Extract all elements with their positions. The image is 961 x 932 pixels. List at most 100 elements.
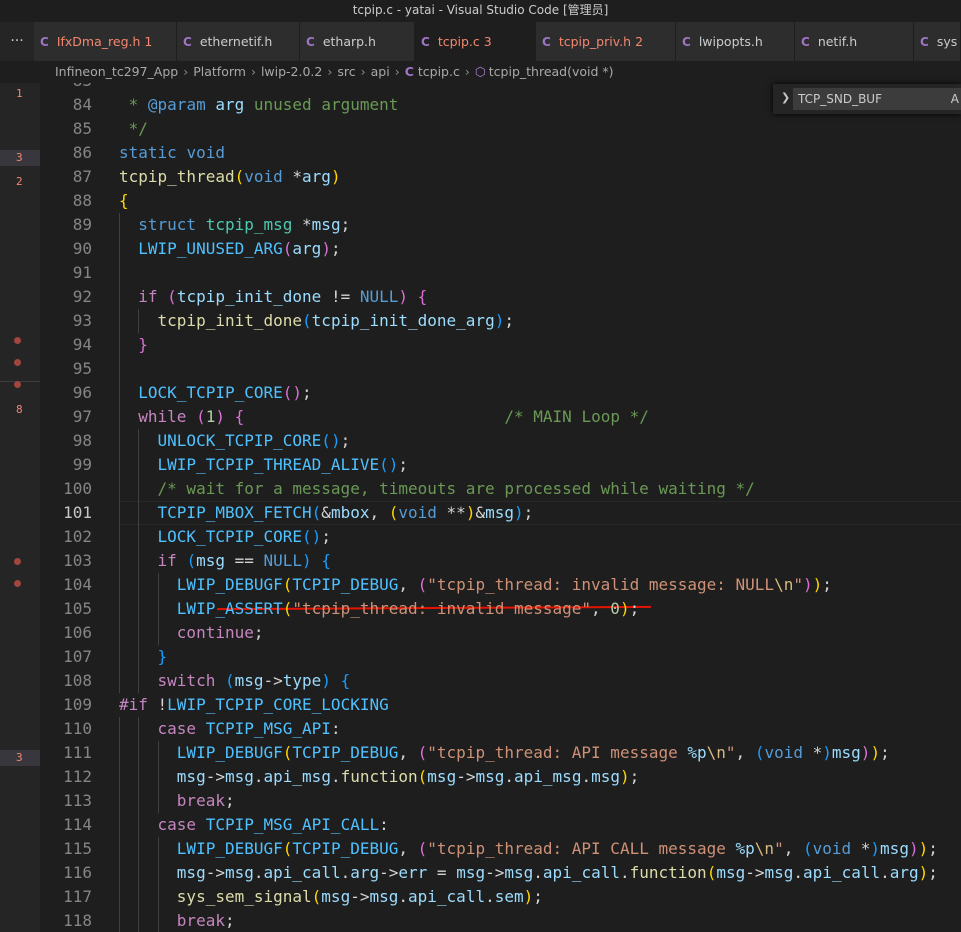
tab-lwipopts-h[interactable]: Clwipopts.h xyxy=(676,22,795,61)
more-actions-icon[interactable]: ··· xyxy=(0,22,34,61)
tab-tcpip-priv-h[interactable]: Ctcpip_priv.h 2 xyxy=(536,22,676,61)
tab-label: etharp.h xyxy=(322,34,376,49)
tab-ifxdma-reg-h[interactable]: C IfxDma_reg.h 1 xyxy=(34,22,177,61)
code-line: 85 */ xyxy=(40,117,961,141)
tab-label: tcpip_priv.h xyxy=(558,34,632,49)
line-number: 106 xyxy=(63,623,92,642)
breadcrumb-item[interactable]: Platform xyxy=(193,64,246,79)
code-token: ; xyxy=(822,575,832,594)
code-token: msg xyxy=(456,863,486,882)
code-token: ( xyxy=(282,575,293,594)
window-title: tcpip.c - yatai - Visual Studio Code [管理… xyxy=(0,0,961,20)
code-token: ) xyxy=(330,167,341,186)
code-text: LWIP_DEBUGF(TCPIP_DEBUG, ("tcpip_thread:… xyxy=(119,837,938,861)
code-token: arg xyxy=(215,95,245,114)
code-token: } xyxy=(138,335,148,354)
match-case-option[interactable]: A xyxy=(951,88,959,110)
breakpoint-dot-icon[interactable] xyxy=(14,337,21,344)
code-token: TCPIP_DEBUG xyxy=(292,839,399,858)
tab-etharp-h[interactable]: Cetharp.h xyxy=(300,22,415,61)
code-token: ) xyxy=(215,407,225,426)
tab-tcpip-c[interactable]: Ctcpip.c 3 xyxy=(415,22,536,61)
breadcrumb-item[interactable]: lwip-2.0.2 xyxy=(261,64,322,79)
code-token: @param xyxy=(147,95,206,114)
code-token: . xyxy=(253,767,264,786)
code-token: , xyxy=(783,839,803,858)
code-token: ( xyxy=(282,383,293,402)
code-token: . xyxy=(793,863,804,882)
breadcrumb-file[interactable]: tcpip.c xyxy=(418,64,460,79)
code-text: /* wait for a message, timeouts are proc… xyxy=(119,477,755,501)
code-token: . xyxy=(330,767,341,786)
code-token: msg xyxy=(427,767,457,786)
code-editor[interactable]: 83 *84 * @param arg unused argument85 */… xyxy=(40,83,961,932)
code-token: ( xyxy=(302,527,312,546)
chevron-right-icon: › xyxy=(250,64,256,79)
breakpoint-dot-icon[interactable] xyxy=(14,381,21,388)
breadcrumb-symbol[interactable]: tcpip_thread(void *) xyxy=(489,64,614,79)
code-line: 90 LWIP_UNUSED_ARG(arg); xyxy=(40,237,961,261)
code-token: if xyxy=(138,287,158,306)
code-token: , xyxy=(398,743,418,762)
code-text: case TCPIP_MSG_API_CALL: xyxy=(119,813,389,837)
code-token: -> xyxy=(350,887,370,906)
line-number: 105 xyxy=(63,599,92,618)
code-token: while xyxy=(138,407,187,426)
indent-guide xyxy=(119,357,120,381)
code-token: ; xyxy=(629,599,640,618)
line-number: 103 xyxy=(63,551,92,570)
code-token: api_call xyxy=(803,863,881,882)
code-token: sys_sem_signal xyxy=(176,887,312,906)
code-token: break xyxy=(176,911,225,930)
code-token: "tcpip_thread: API message xyxy=(427,743,688,762)
c-file-icon: C xyxy=(306,34,315,49)
c-file-icon: C xyxy=(421,34,430,49)
breadcrumb-item[interactable]: api xyxy=(371,64,390,79)
breakpoint-dot-icon[interactable] xyxy=(14,580,21,587)
code-token: ( xyxy=(321,431,331,450)
code-token: \n xyxy=(706,743,726,762)
line-number: 84 xyxy=(72,95,92,114)
code-token: ) xyxy=(620,767,630,786)
code-text: } xyxy=(119,333,148,357)
code-token: ; xyxy=(928,863,938,882)
breadcrumb-item[interactable]: Infineon_tc297_App xyxy=(55,64,178,79)
code-token: -> xyxy=(205,863,225,882)
code-token: ) xyxy=(908,839,919,858)
tab-ethernetif-h[interactable]: Cethernetif.h xyxy=(177,22,300,61)
tab-sys[interactable]: Csys xyxy=(914,22,961,61)
line-number: 114 xyxy=(63,815,92,834)
code-token: arg xyxy=(292,239,322,258)
code-text: } xyxy=(119,645,168,669)
code-text: #if !LWIP_TCPIP_CORE_LOCKING xyxy=(119,693,389,717)
code-text: continue; xyxy=(119,621,264,645)
chevron-right-icon[interactable]: ❯ xyxy=(781,91,790,104)
code-token: tcpip_init_done_arg xyxy=(311,311,495,330)
breadcrumb-item[interactable]: src xyxy=(337,64,355,79)
code-text: LWIP_DEBUGF(TCPIP_DEBUG, ("tcpip_thread:… xyxy=(119,741,890,765)
breakpoint-dot-icon[interactable] xyxy=(14,359,21,366)
code-line: 99 LWIP_TCPIP_THREAD_ALIVE(); xyxy=(40,453,961,477)
line-number: 87 xyxy=(72,167,92,186)
code-token: ) xyxy=(494,311,505,330)
code-line: 105 LWIP_ASSERT("tcpip_thread: invalid m… xyxy=(40,597,961,621)
c-file-icon: C xyxy=(682,34,691,49)
problem-count-badge: 3 xyxy=(483,34,492,49)
code-token: -> xyxy=(263,671,283,690)
code-token: ( xyxy=(186,551,197,570)
code-text: break; xyxy=(119,909,235,932)
tab-netif-h[interactable]: Cnetif.h xyxy=(795,22,914,61)
code-token: -> xyxy=(205,767,225,786)
breakpoint-dot-icon[interactable] xyxy=(14,558,21,565)
code-token: * xyxy=(282,167,303,186)
code-token: msg xyxy=(475,767,505,786)
find-input[interactable]: TCP_SND_BUF xyxy=(793,88,961,110)
